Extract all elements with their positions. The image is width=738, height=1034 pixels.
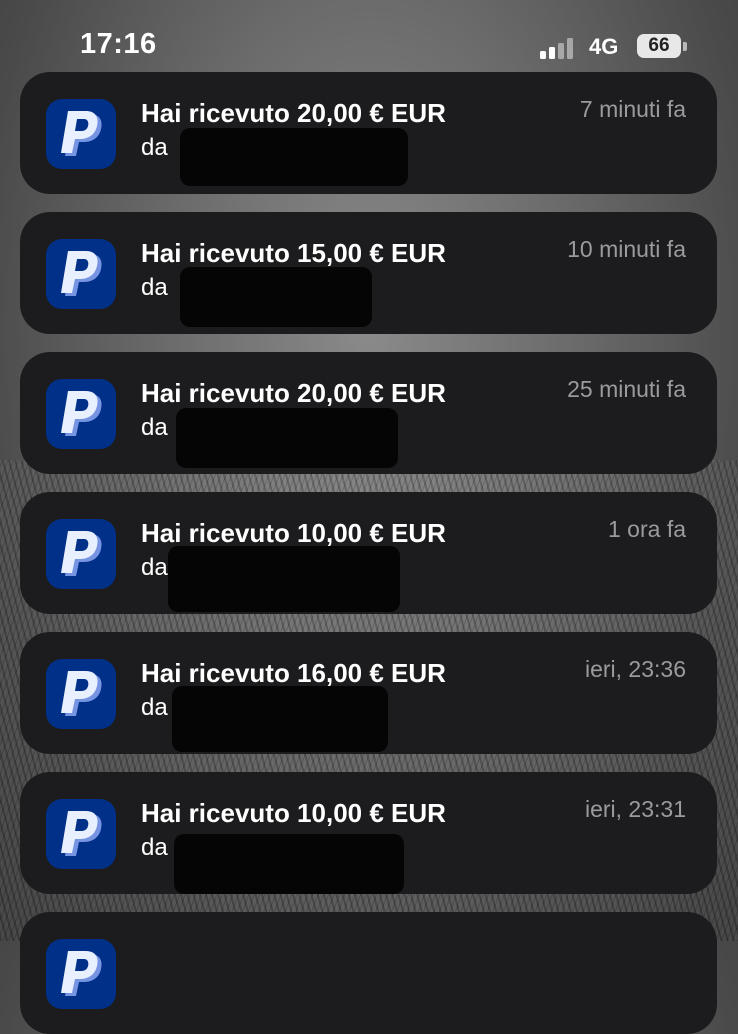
- notification-body: da: [141, 694, 168, 721]
- status-bar: 17:16 4G 66: [0, 0, 738, 70]
- notification-time: 25 minuti fa: [567, 376, 686, 402]
- paypal-icon: [46, 239, 116, 309]
- notification-time: ieri, 23:31: [584, 796, 686, 822]
- paypal-icon: [46, 99, 116, 169]
- notification-body: da: [141, 834, 168, 861]
- notification-card[interactable]: Hai ricevuto 20,00 € EUR da 25 minuti fa: [20, 352, 717, 474]
- notification-card[interactable]: Hai ricevuto 16,00 € EUR da ieri, 23:36: [20, 632, 717, 754]
- redacted-sender: [172, 686, 388, 752]
- notification-title: Hai ricevuto 20,00 € EUR: [141, 98, 446, 128]
- redacted-sender: [174, 834, 404, 894]
- redacted-sender: [180, 267, 372, 327]
- notification-title: Hai ricevuto 16,00 € EUR: [141, 658, 446, 688]
- redacted-sender: [180, 128, 408, 186]
- notification-card[interactable]: Hai ricevuto 20,00 € EUR da 7 minuti fa: [20, 72, 717, 194]
- notification-time: 1 ora fa: [608, 516, 686, 542]
- paypal-icon: [46, 659, 116, 729]
- notification-time: 10 minuti fa: [567, 236, 686, 262]
- battery-icon: 66: [637, 34, 681, 58]
- paypal-icon: [46, 939, 116, 1009]
- notification-card[interactable]: [20, 912, 717, 1034]
- battery-tip: [683, 42, 687, 51]
- network-type: 4G: [589, 34, 619, 59]
- cellular-signal-icon: [540, 37, 576, 59]
- paypal-icon: [46, 799, 116, 869]
- notification-title: Hai ricevuto 10,00 € EUR: [141, 518, 446, 548]
- notification-body: da: [141, 134, 168, 161]
- notification-time: ieri, 23:36: [584, 656, 686, 682]
- redacted-sender: [168, 546, 400, 612]
- paypal-icon: [46, 379, 116, 449]
- notification-body: da: [141, 554, 168, 581]
- status-time: 17:16: [80, 28, 157, 60]
- notification-title: Hai ricevuto 20,00 € EUR: [141, 378, 446, 408]
- notification-time: 7 minuti fa: [579, 96, 686, 122]
- notification-title: Hai ricevuto 15,00 € EUR: [141, 238, 446, 268]
- notification-card[interactable]: Hai ricevuto 10,00 € EUR da ieri, 23:31: [20, 772, 717, 894]
- paypal-icon: [46, 519, 116, 589]
- notification-card[interactable]: Hai ricevuto 10,00 € EUR da 1 ora fa: [20, 492, 717, 614]
- notification-body: da: [141, 414, 168, 441]
- redacted-sender: [176, 408, 398, 468]
- notification-card[interactable]: Hai ricevuto 15,00 € EUR da 10 minuti fa: [20, 212, 717, 334]
- notification-body: da: [141, 274, 168, 301]
- notification-title: Hai ricevuto 10,00 € EUR: [141, 798, 446, 828]
